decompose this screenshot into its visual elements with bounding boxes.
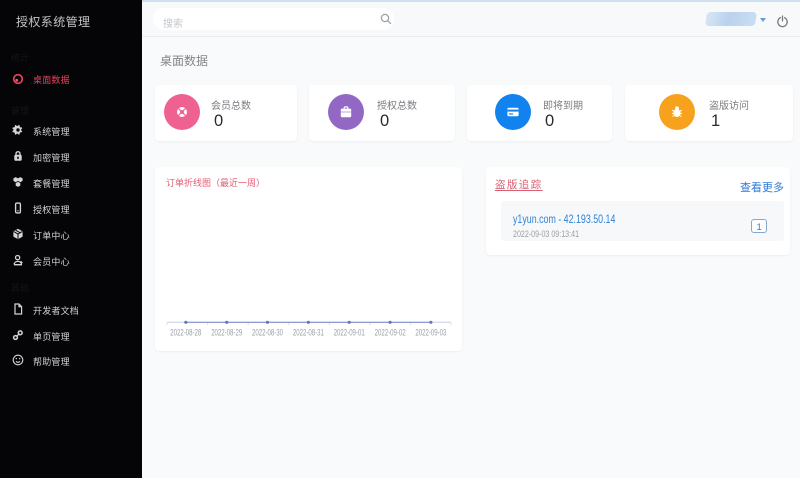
svg-text:2022-09-03: 2022-09-03 <box>415 328 446 338</box>
svg-text:2022-08-31: 2022-08-31 <box>293 328 324 338</box>
svg-text:2022-08-29: 2022-08-29 <box>211 328 242 338</box>
svg-text:2022-09-01: 2022-09-01 <box>334 328 365 338</box>
svg-text:2022-09-02: 2022-09-02 <box>375 328 406 338</box>
svg-text:2022-08-28: 2022-08-28 <box>170 328 201 338</box>
svg-text:2022-08-30: 2022-08-30 <box>252 328 283 338</box>
